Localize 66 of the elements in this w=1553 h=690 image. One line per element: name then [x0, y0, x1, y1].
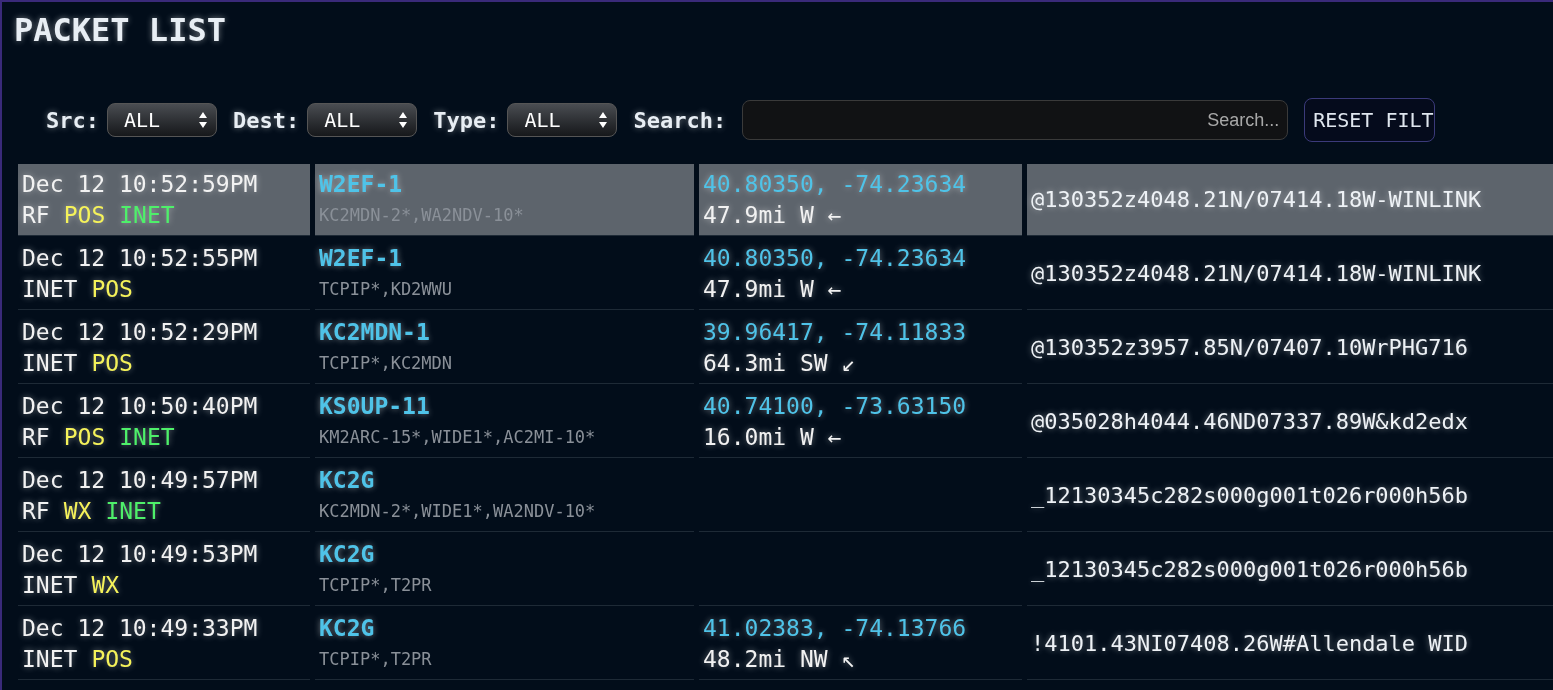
packet-tag: INET: [119, 199, 175, 231]
raw-packet: _12130345c282s000g001t026r000h56b: [1031, 556, 1470, 584]
distance-bearing: 47.9mi W ←: [703, 274, 843, 304]
distance-bearing: 48.2mi NW ↖: [703, 644, 857, 674]
up-down-caret-icon: [198, 111, 208, 129]
coordinates: 40.80350, -74.23634: [703, 169, 968, 199]
packet-tag: POS: [91, 643, 133, 675]
packet-time: Dec 12 10:52:55PM: [22, 243, 259, 273]
raw-packet: !4101.43NI07408.26W#Allendale WID: [1031, 630, 1470, 658]
filter-select[interactable]: ALL: [307, 103, 418, 137]
packet-tag: POS: [91, 347, 133, 379]
coordinates: 39.96417, -74.11833: [703, 317, 968, 347]
callsign-link[interactable]: KC2G: [319, 538, 690, 570]
packet-tag: POS: [63, 199, 106, 231]
packet-path: TCPIP*,T2PR: [319, 573, 433, 597]
coordinates: 41.02383, -74.13766: [703, 613, 968, 643]
filter-select[interactable]: ALL: [507, 103, 618, 137]
raw-packet: @130352z4048.21N/07414.18W-WINLINK: [1031, 186, 1483, 214]
page-title: PACKET LIST: [13, 10, 227, 51]
packet-tag: INET: [22, 273, 78, 305]
up-down-caret-icon: [598, 111, 609, 129]
raw-packet: @130352z4048.21N/07414.18W-WINLINK: [1031, 260, 1483, 288]
callsign-link[interactable]: KS0UP-11: [319, 390, 690, 422]
distance-bearing: 47.9mi W ←: [703, 200, 843, 230]
packet-time: Dec 12 10:49:53PM: [22, 539, 259, 569]
packet-tag: WX: [63, 495, 92, 527]
packet-tag: INET: [119, 421, 175, 453]
up-down-caret-icon: [398, 111, 409, 129]
packet-path: TCPIP*,T2PR: [319, 647, 433, 671]
packet-time: Dec 12 10:49:33PM: [22, 613, 259, 643]
coordinates: 40.74100, -73.63150: [703, 391, 968, 421]
packet-tag: RF: [22, 495, 50, 527]
packet-tag: INET: [105, 495, 161, 527]
filter-label: Src:: [46, 106, 99, 135]
distance-bearing: 64.3mi SW ↙: [703, 348, 857, 378]
packet-time: Dec 12 10:49:57PM: [22, 465, 259, 495]
packet-tag: RF: [22, 199, 50, 231]
packet-tag: INET: [22, 347, 78, 379]
packet-tag: WX: [91, 569, 120, 601]
callsign-link[interactable]: KC2G: [319, 464, 690, 496]
packet-time: Dec 12 10:52:29PM: [22, 317, 259, 347]
raw-packet: @035028h4044.46ND07337.89W&kd2edx: [1031, 408, 1470, 436]
coordinates: 40.80350, -74.23634: [703, 243, 968, 273]
reset-filters-button[interactable]: RESET FILT: [1304, 98, 1435, 142]
packet-tag: POS: [63, 421, 106, 453]
packet-time: Dec 12 10:52:59PM: [22, 169, 259, 199]
packet-path: KC2MDN-2*,WIDE1*,WA2NDV-10*: [319, 499, 597, 523]
raw-packet: @130352z3957.85N/07407.10WrPHG716: [1031, 334, 1470, 362]
filter-label: Dest:: [233, 106, 300, 135]
packet-path: TCPIP*,KC2MDN: [319, 351, 454, 375]
distance-bearing: 16.0mi W ←: [703, 422, 843, 452]
filter-select[interactable]: ALL: [107, 103, 217, 137]
callsign-link[interactable]: KC2MDN-1: [319, 316, 690, 348]
packet-tag: RF: [22, 421, 50, 453]
packet-tag: INET: [22, 643, 78, 675]
search-label: Search:: [633, 106, 727, 135]
packet-tag: INET: [22, 569, 78, 601]
filter-label: Type:: [433, 106, 500, 135]
packet-time: Dec 12 10:50:40PM: [22, 391, 259, 421]
packet-path: TCPIP*,KD2WWU: [319, 277, 454, 301]
packet-path: KM2ARC-15*,WIDE1*,AC2MI-10*: [319, 425, 597, 449]
callsign-link[interactable]: W2EF-1: [319, 242, 690, 274]
callsign-link[interactable]: KC2G: [319, 612, 690, 644]
packet-tag: POS: [91, 273, 133, 305]
search-field[interactable]: Search...: [742, 100, 1289, 140]
raw-packet: _12130345c282s000g001t026r000h56b: [1031, 482, 1470, 510]
